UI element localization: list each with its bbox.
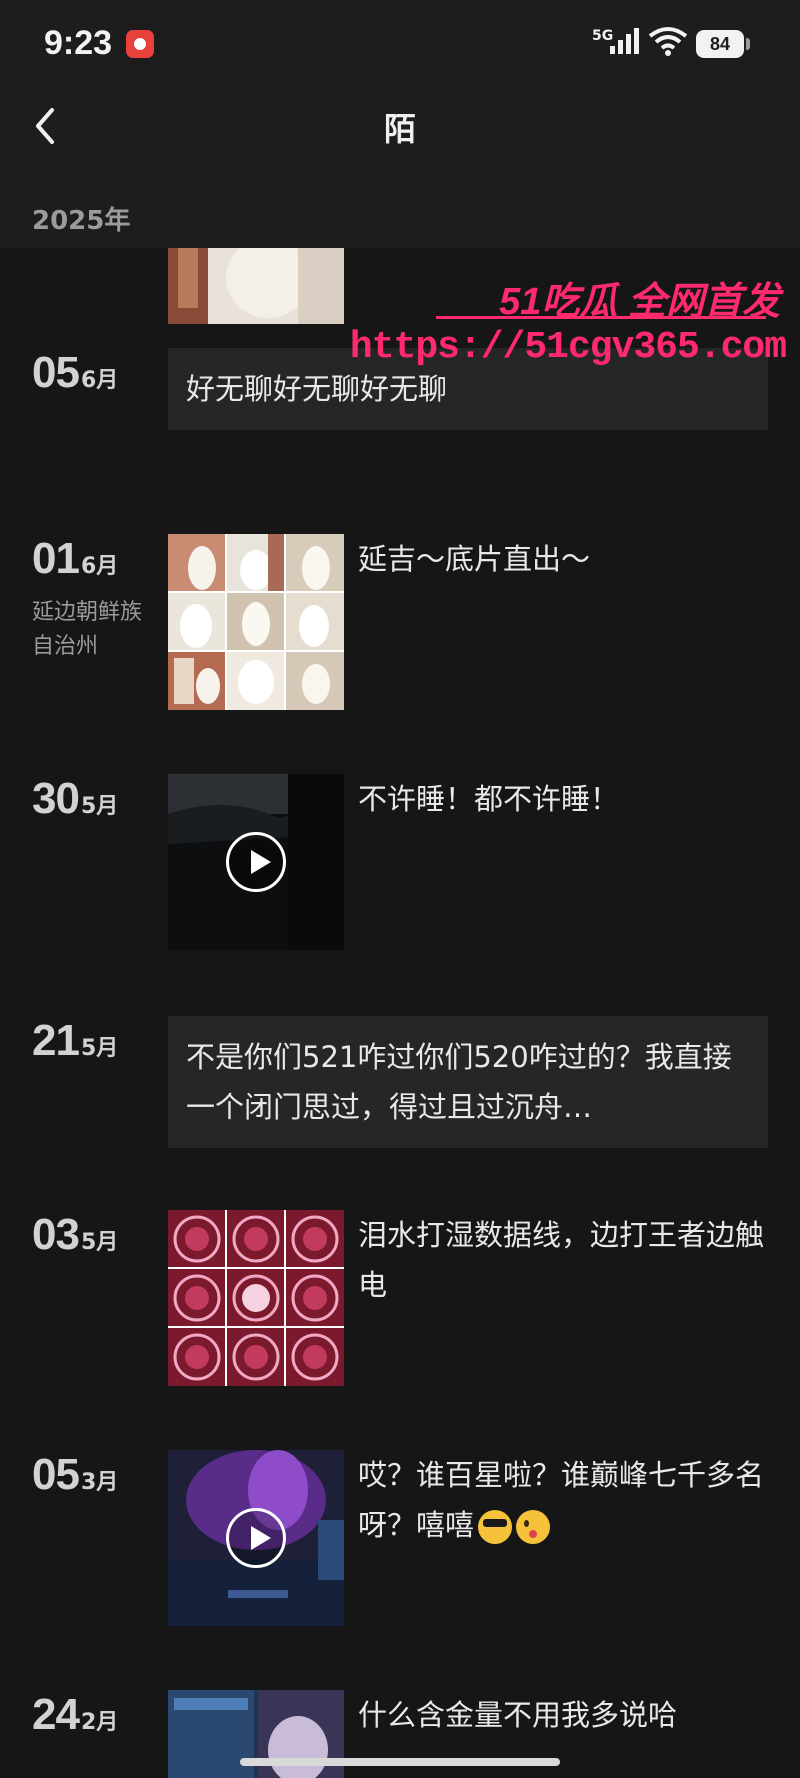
entry-month: 6月 [80,554,119,579]
post-caption: 延吉～底片直出～ [358,542,591,576]
entry-day: 05 [32,1450,80,1499]
feed-entry[interactable]: 215月 不是你们521咋过你们520咋过的？我直接一个闭门思过，得过且过沉舟… [0,1016,800,1156]
post-caption: 不许睡！都不许睡！ [358,782,620,816]
entry-day: 21 [32,1016,80,1065]
post-thumbnail-partial[interactable] [168,248,344,324]
feed-entry[interactable]: 016月 延边朝鲜族自治州 延吉～底片直出～ [0,534,800,714]
year-label: 2025年 [32,206,131,236]
feed-entry[interactable]: 305月 不许睡！都不许睡！ [0,774,800,954]
entry-date: 056月 [32,348,118,398]
entry-month: 6月 [80,368,119,393]
post-caption-text: 哎？谁百星啦？谁巅峰七千多名呀？嘻嘻 [358,1458,765,1542]
entry-day: 24 [32,1690,80,1739]
page-title: 陌 [383,110,416,148]
cool-emoji-icon [478,1510,513,1544]
photo-grid-thumbnail[interactable] [168,534,344,710]
wifi-icon [648,27,688,56]
watermark-url: https://51cgv365.com [349,326,787,369]
app-notification-icon [126,30,154,58]
entry-month: 5月 [80,794,119,819]
post-caption: 哎？谁百星啦？谁巅峰七千多名呀？嘻嘻 [358,1450,778,1550]
status-bar: 9:23 5G 84 [0,0,800,88]
cellular-signal-icon [610,28,639,54]
text-post-card[interactable]: 不是你们521咋过你们520咋过的？我直接一个闭门思过，得过且过沉舟… [168,1016,768,1148]
entry-date: 305月 [32,774,118,824]
entry-day: 05 [32,348,80,397]
entry-day: 01 [32,534,80,583]
entry-month: 5月 [80,1230,119,1255]
home-indicator[interactable] [240,1758,560,1766]
entry-month: 3月 [80,1470,119,1495]
feed-entry[interactable]: 035月 泪水打湿数据线，边打王者边触电 [0,1210,800,1390]
video-thumbnail[interactable] [168,1450,344,1626]
photo-grid-thumbnail[interactable] [168,1210,344,1386]
entry-date: 242月 [32,1690,118,1740]
battery-level: 84 [696,30,744,58]
entry-month: 2月 [80,1710,119,1735]
watermark-line [436,316,766,319]
battery-tip [746,38,750,50]
feed-entry[interactable]: 053月 哎？谁百星啦？谁巅峰七千多名呀？嘻嘻 [0,1450,800,1630]
entry-day: 03 [32,1210,80,1259]
nav-bar: 陌 2025年 [0,88,800,248]
entry-date: 053月 [32,1450,118,1500]
video-thumbnail[interactable] [168,774,344,950]
entry-date: 215月 [32,1016,118,1066]
entry-day: 30 [32,774,80,823]
entry-location: 延边朝鲜族自治州 [32,600,143,659]
play-icon[interactable] [226,832,286,892]
entry-date: 035月 [32,1210,118,1260]
status-time: 9:23 [44,24,113,62]
post-caption: 什么含金量不用我多说哈 [358,1698,678,1732]
play-icon[interactable] [226,1508,286,1568]
entry-month: 5月 [80,1036,119,1061]
entry-date: 016月 [32,534,118,584]
watermark: 51吃瓜 全网首发 https://51cgv365.com [350,270,790,380]
wink-tongue-emoji-icon [516,1510,551,1544]
moments-feed[interactable]: 056月 好无聊好无聊好无聊 016月 延边朝鲜族自治州 延吉～底片直出～ 30… [0,248,800,1778]
post-caption: 泪水打湿数据线，边打王者边触电 [358,1218,765,1302]
